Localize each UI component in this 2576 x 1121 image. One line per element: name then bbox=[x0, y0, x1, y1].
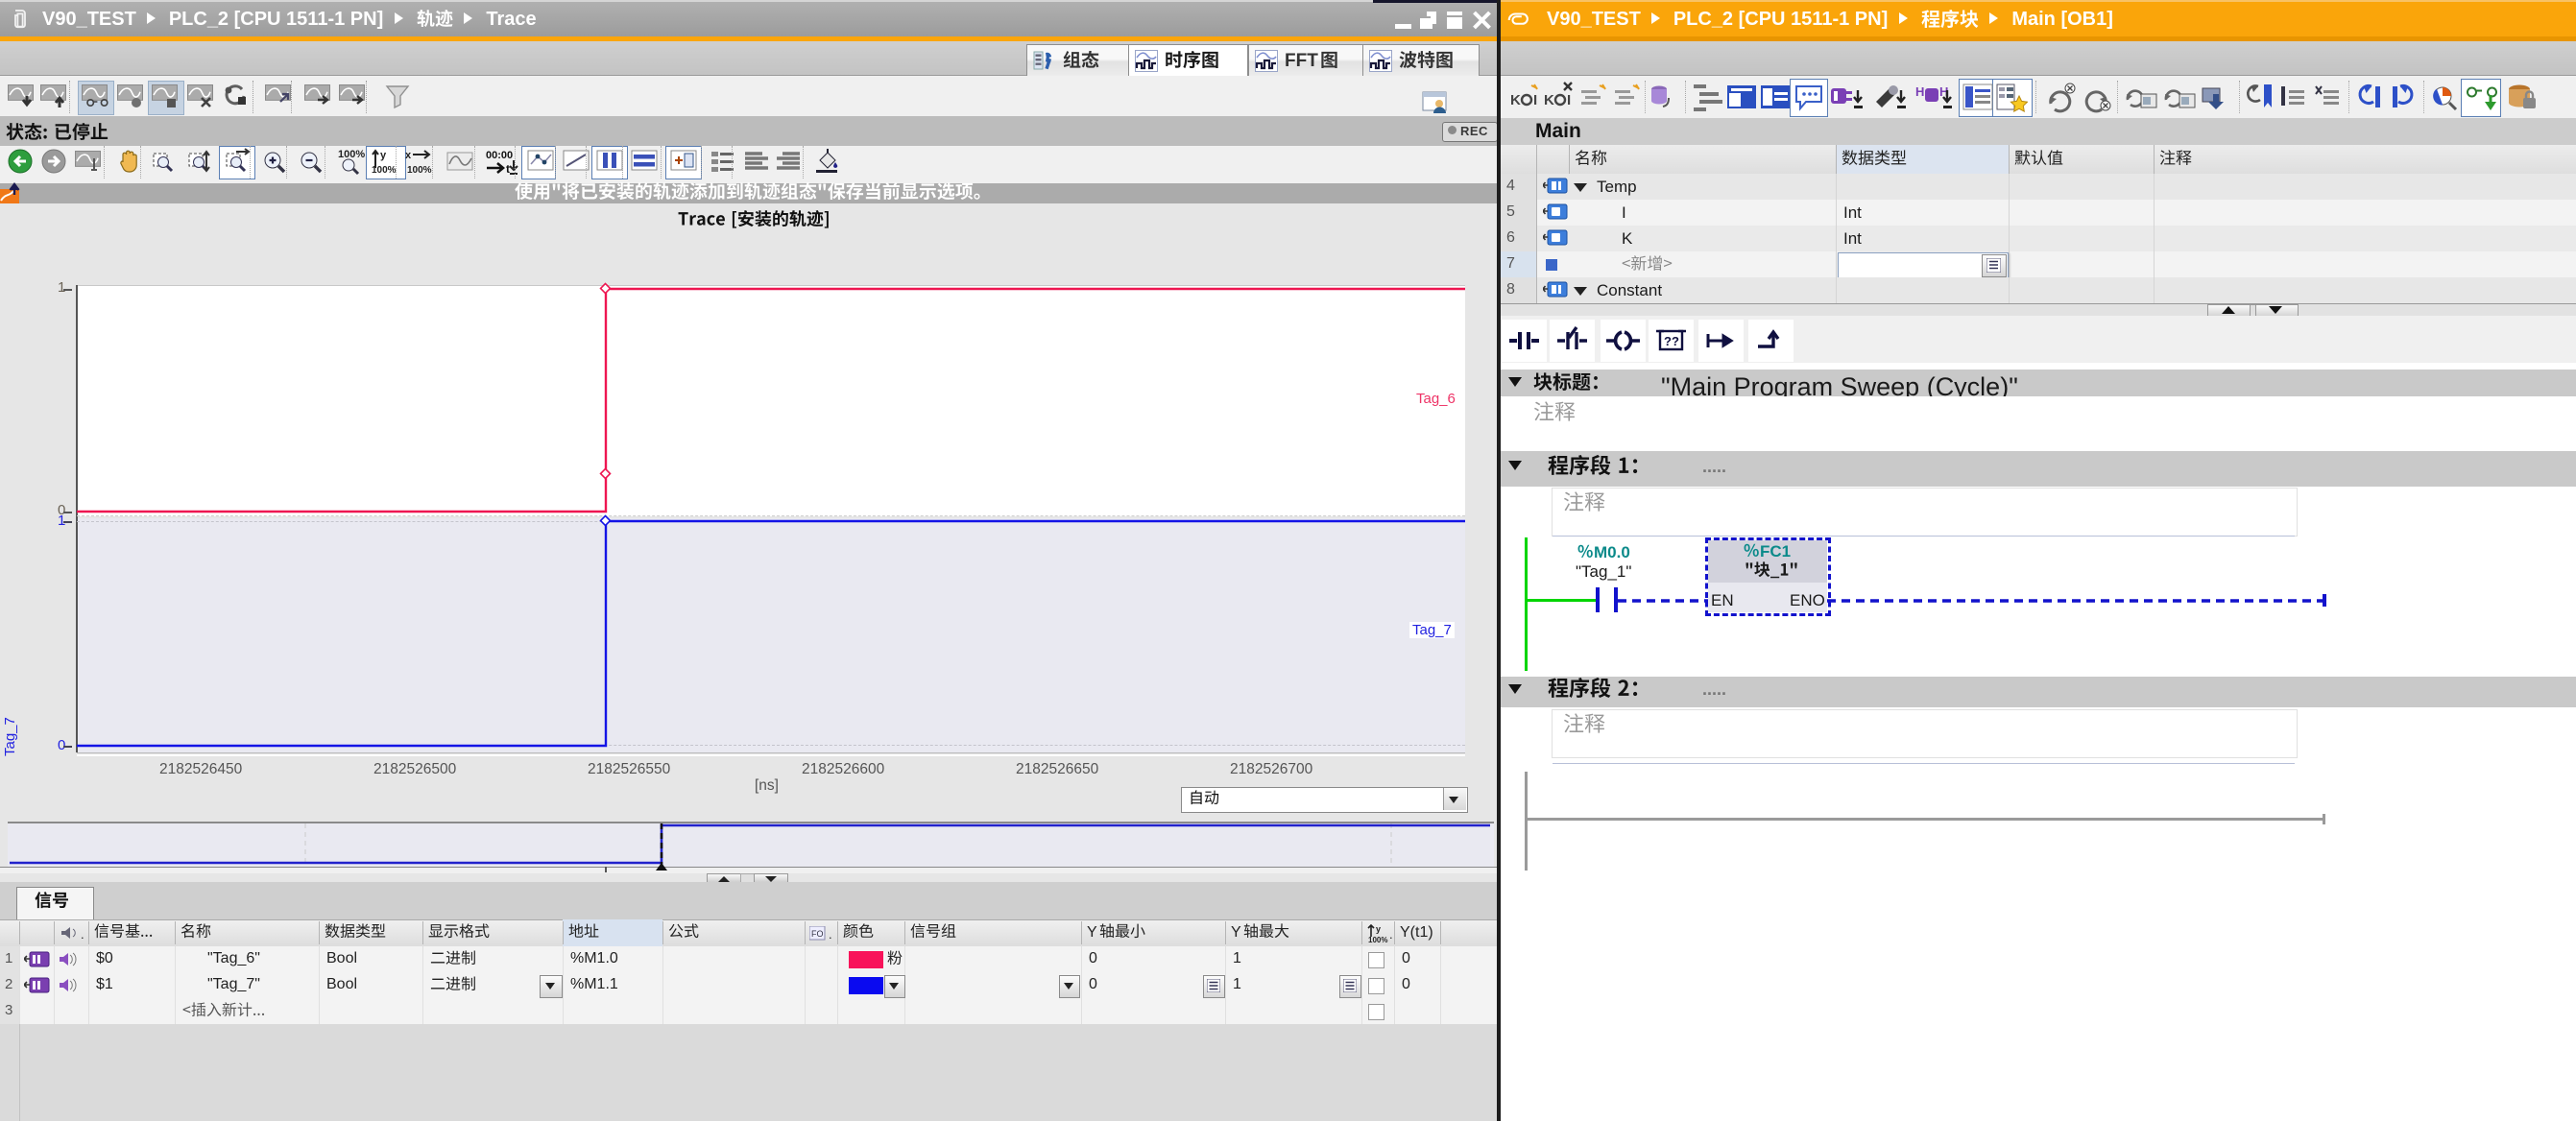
svg-text:y: y bbox=[1376, 924, 1381, 934]
svg-text:t: t bbox=[506, 162, 510, 176]
svg-text:100%: 100% bbox=[372, 165, 397, 176]
svg-text:K: K bbox=[1510, 92, 1521, 108]
svg-text:x: x bbox=[405, 150, 412, 161]
svg-text:100%: 100% bbox=[338, 149, 365, 160]
svg-text:I: I bbox=[1567, 92, 1571, 108]
svg-text:100%: 100% bbox=[407, 165, 432, 176]
svg-text:100%: 100% bbox=[1368, 936, 1387, 944]
svg-text:y: y bbox=[380, 150, 387, 161]
svg-text:H: H bbox=[1915, 84, 1924, 99]
svg-text:I: I bbox=[1533, 92, 1537, 108]
svg-text:??: ?? bbox=[1664, 334, 1679, 348]
svg-text:K: K bbox=[1544, 92, 1554, 108]
svg-text:FO: FO bbox=[811, 929, 824, 939]
svg-text:00:00: 00:00 bbox=[486, 150, 513, 161]
